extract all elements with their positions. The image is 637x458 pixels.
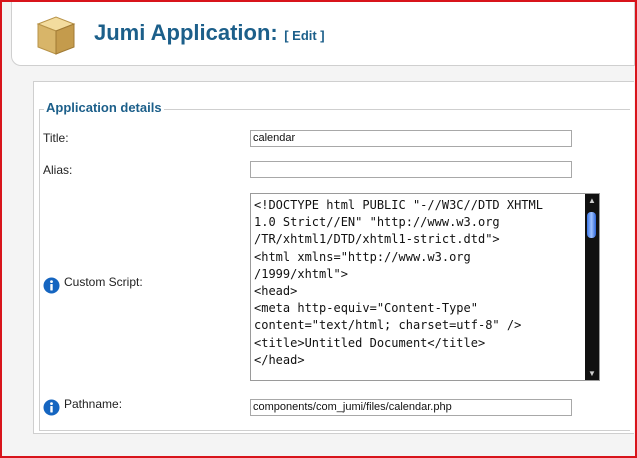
- application-details-fieldset: Application details Title: calendar Alia…: [39, 100, 630, 431]
- edit-label: [ Edit ]: [284, 28, 325, 43]
- custom-script-textarea[interactable]: <!DOCTYPE html PUBLIC "-//W3C//DTD XHTML…: [250, 193, 600, 381]
- info-icon[interactable]: [43, 399, 60, 416]
- alias-label: Alias:: [43, 163, 73, 177]
- fieldset-legend: Application details: [44, 100, 164, 115]
- scroll-thumb[interactable]: [587, 212, 596, 238]
- pathname-label: Pathname:: [64, 397, 123, 411]
- page-title: Jumi Application: [ Edit ]: [94, 20, 325, 46]
- title-label: Title:: [43, 131, 69, 145]
- custom-script-content: <!DOCTYPE html PUBLIC "-//W3C//DTD XHTML…: [254, 198, 543, 367]
- box-icon: [36, 16, 76, 55]
- pathname-input[interactable]: components/com_jumi/files/calendar.php: [250, 399, 572, 416]
- info-icon[interactable]: [43, 277, 60, 294]
- app-title: Jumi Application:: [94, 20, 278, 45]
- script-scrollbar[interactable]: ▲ ▼: [585, 194, 599, 380]
- application-window: Jumi Application: [ Edit ] Application d…: [0, 0, 637, 458]
- content-panel: Application details Title: calendar Alia…: [33, 81, 634, 434]
- scroll-up-icon[interactable]: ▲: [585, 194, 599, 207]
- page-header: Jumi Application: [ Edit ]: [11, 2, 635, 66]
- custom-script-label: Custom Script:: [64, 275, 143, 289]
- alias-input[interactable]: [250, 161, 572, 178]
- title-input[interactable]: calendar: [250, 130, 572, 147]
- scroll-down-icon[interactable]: ▼: [585, 367, 599, 380]
